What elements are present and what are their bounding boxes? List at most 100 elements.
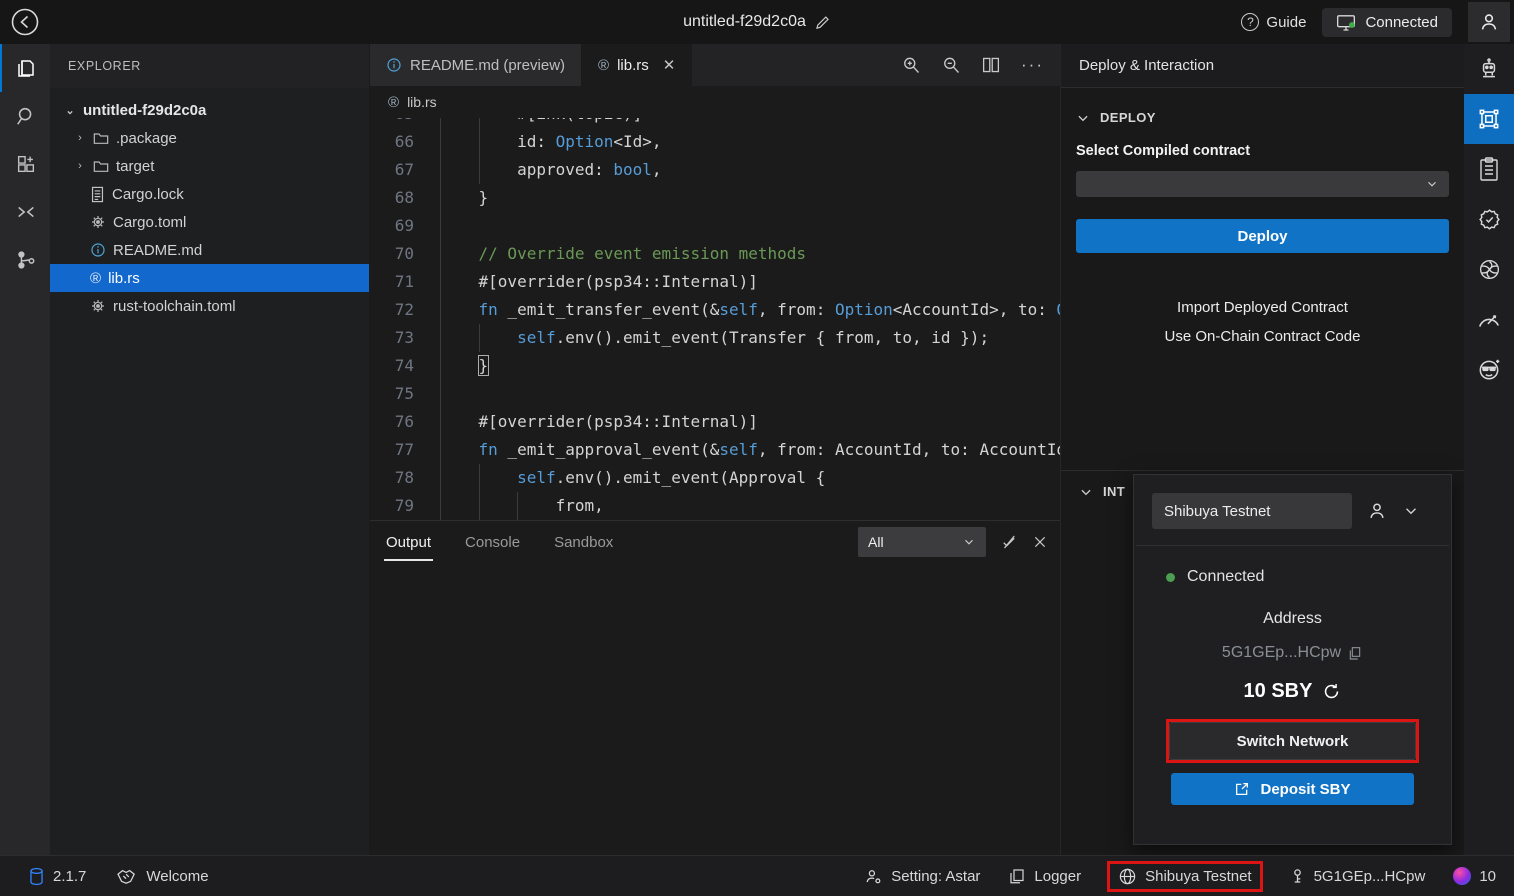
breadcrumb[interactable]: ® lib.rs — [370, 86, 1060, 118]
activity-compile[interactable] — [0, 188, 50, 236]
line-content — [414, 212, 479, 240]
fun-mode-item[interactable] — [1464, 344, 1514, 394]
tree-item-cargo-toml[interactable]: Cargo.toml — [50, 208, 369, 236]
monitor-online-icon — [1336, 14, 1356, 31]
close-panel-icon[interactable] — [1032, 534, 1048, 550]
tree-root[interactable]: ⌄ untitled-f29d2c0a — [50, 96, 369, 124]
polkadot-ball-icon — [1453, 867, 1471, 885]
code-line[interactable]: 73self.env().emit_event(Transfer { from,… — [370, 324, 1060, 352]
line-number: 79 — [370, 492, 414, 520]
setting-item[interactable]: Setting: Astar — [862, 863, 982, 890]
logger-item[interactable]: Logger — [1006, 863, 1083, 889]
lock-file-icon — [90, 186, 105, 203]
import-deployed-contract-link[interactable]: Import Deployed Contract — [1076, 299, 1449, 316]
tree-item-readme[interactable]: README.md — [50, 236, 369, 264]
deposit-sby-button[interactable]: Deposit SBY — [1171, 773, 1414, 805]
user-gear-icon — [864, 867, 883, 886]
address-label: Address — [1134, 610, 1451, 628]
tree-item-cargo-lock[interactable]: Cargo.lock — [50, 180, 369, 208]
compiled-contract-select[interactable] — [1076, 171, 1449, 197]
code-token: , — [652, 160, 662, 179]
ai-assistant-item[interactable] — [1464, 44, 1514, 94]
clear-output-icon[interactable] — [1000, 533, 1018, 551]
account-address-item[interactable]: 5G1GEp...HCpw — [1287, 863, 1428, 890]
deploy-boxes-icon — [1476, 106, 1502, 132]
account-icon[interactable] — [1366, 500, 1388, 522]
section-deploy[interactable]: DEPLOY — [1076, 110, 1449, 125]
code-editor[interactable]: 65#[ink(topic)]66id: Option<Id>,67approv… — [370, 118, 1060, 520]
tab-output[interactable]: Output — [384, 524, 433, 561]
ai-chat-item[interactable] — [1464, 244, 1514, 294]
activity-templates[interactable] — [0, 140, 50, 188]
code-line[interactable]: 71#[overrider(psp34::Internal)] — [370, 268, 1060, 296]
tree-item-librs[interactable]: ® lib.rs — [50, 264, 369, 292]
code-line[interactable]: 75 — [370, 380, 1060, 408]
activity-explorer[interactable] — [0, 44, 50, 92]
zoom-out-icon[interactable] — [941, 55, 961, 75]
tree-item-target[interactable]: › target — [50, 152, 369, 180]
indent-guide — [479, 118, 518, 128]
welcome-item[interactable]: Welcome — [114, 863, 210, 889]
connected-button[interactable]: Connected — [1322, 8, 1452, 37]
code-token: .env().emit_event(Transfer { from, to, i… — [556, 328, 989, 347]
code-line[interactable]: 70// Override event emission methods — [370, 240, 1060, 268]
network-status-item[interactable]: Shibuya Testnet — [1107, 861, 1262, 892]
section-interact[interactable]: INT — [1079, 484, 1125, 499]
split-editor-icon[interactable] — [981, 56, 1001, 74]
line-number: 65 — [370, 118, 414, 128]
indent-guide — [479, 128, 518, 156]
line-number: 66 — [370, 128, 414, 156]
chevron-down-icon — [1076, 111, 1090, 125]
chevron-down-icon[interactable] — [1402, 502, 1420, 520]
close-tab-icon[interactable]: ✕ — [663, 56, 676, 74]
deploy-button[interactable]: Deploy — [1076, 219, 1449, 253]
use-onchain-code-link[interactable]: Use On-Chain Contract Code — [1076, 328, 1449, 345]
indent-guide — [479, 464, 518, 492]
line-number: 74 — [370, 352, 414, 380]
edit-pencil-icon[interactable] — [814, 14, 831, 31]
code-line[interactable]: 78self.env().emit_event(Approval { — [370, 464, 1060, 492]
zoom-in-icon[interactable] — [901, 55, 921, 75]
benchmark-item[interactable] — [1464, 294, 1514, 344]
switch-network-button[interactable]: Switch Network — [1169, 722, 1416, 760]
code-line[interactable]: 69 — [370, 212, 1060, 240]
network-select[interactable]: Shibuya Testnet — [1152, 493, 1352, 529]
tab-console[interactable]: Console — [463, 524, 522, 561]
line-number: 71 — [370, 268, 414, 296]
bottom-panel: Output Console Sandbox All — [370, 520, 1060, 855]
verify-badge-item[interactable] — [1464, 194, 1514, 244]
code-line[interactable]: 79from, — [370, 492, 1060, 520]
wallet-key-icon — [1289, 867, 1306, 886]
code-line[interactable]: 76#[overrider(psp34::Internal)] — [370, 408, 1060, 436]
back-button[interactable] — [10, 7, 40, 37]
output-filter-select[interactable]: All — [858, 527, 986, 557]
code-line[interactable]: 67approved: bool, — [370, 156, 1060, 184]
tab-sandbox[interactable]: Sandbox — [552, 524, 615, 561]
line-number: 67 — [370, 156, 414, 184]
refresh-icon[interactable] — [1322, 682, 1341, 701]
tab-readme[interactable]: README.md (preview) — [370, 44, 582, 86]
activity-source-control[interactable] — [0, 236, 50, 284]
version-item[interactable]: 2.1.7 — [26, 863, 88, 890]
more-actions-icon[interactable]: ··· — [1021, 55, 1044, 75]
code-token: _emit_approval_event(& — [498, 440, 720, 459]
status-bar: 2.1.7 Welcome Setting: Astar — [0, 855, 1514, 896]
code-line[interactable]: 77fn _emit_approval_event(&self, from: A… — [370, 436, 1060, 464]
right-icon-bar — [1464, 44, 1514, 855]
code-line[interactable]: 65#[ink(topic)] — [370, 118, 1060, 128]
tree-item-package[interactable]: › .package — [50, 124, 369, 152]
contract-list-item[interactable] — [1464, 144, 1514, 194]
avatar[interactable] — [1468, 2, 1510, 42]
code-line[interactable]: 66id: Option<Id>, — [370, 128, 1060, 156]
code-line[interactable]: 74} — [370, 352, 1060, 380]
code-line[interactable]: 68} — [370, 184, 1060, 212]
tab-librs[interactable]: ® lib.rs ✕ — [582, 44, 692, 86]
connected-label: Connected — [1365, 14, 1438, 31]
guide-button[interactable]: ? Guide — [1241, 13, 1306, 31]
activity-search[interactable] — [0, 92, 50, 140]
balance-item[interactable]: 10 — [1451, 863, 1498, 889]
deploy-interaction-item[interactable] — [1464, 94, 1514, 144]
tree-item-rust-toolchain[interactable]: rust-toolchain.toml — [50, 292, 369, 320]
code-line[interactable]: 72fn _emit_transfer_event(&self, from: O… — [370, 296, 1060, 324]
copy-icon[interactable] — [1347, 645, 1363, 661]
